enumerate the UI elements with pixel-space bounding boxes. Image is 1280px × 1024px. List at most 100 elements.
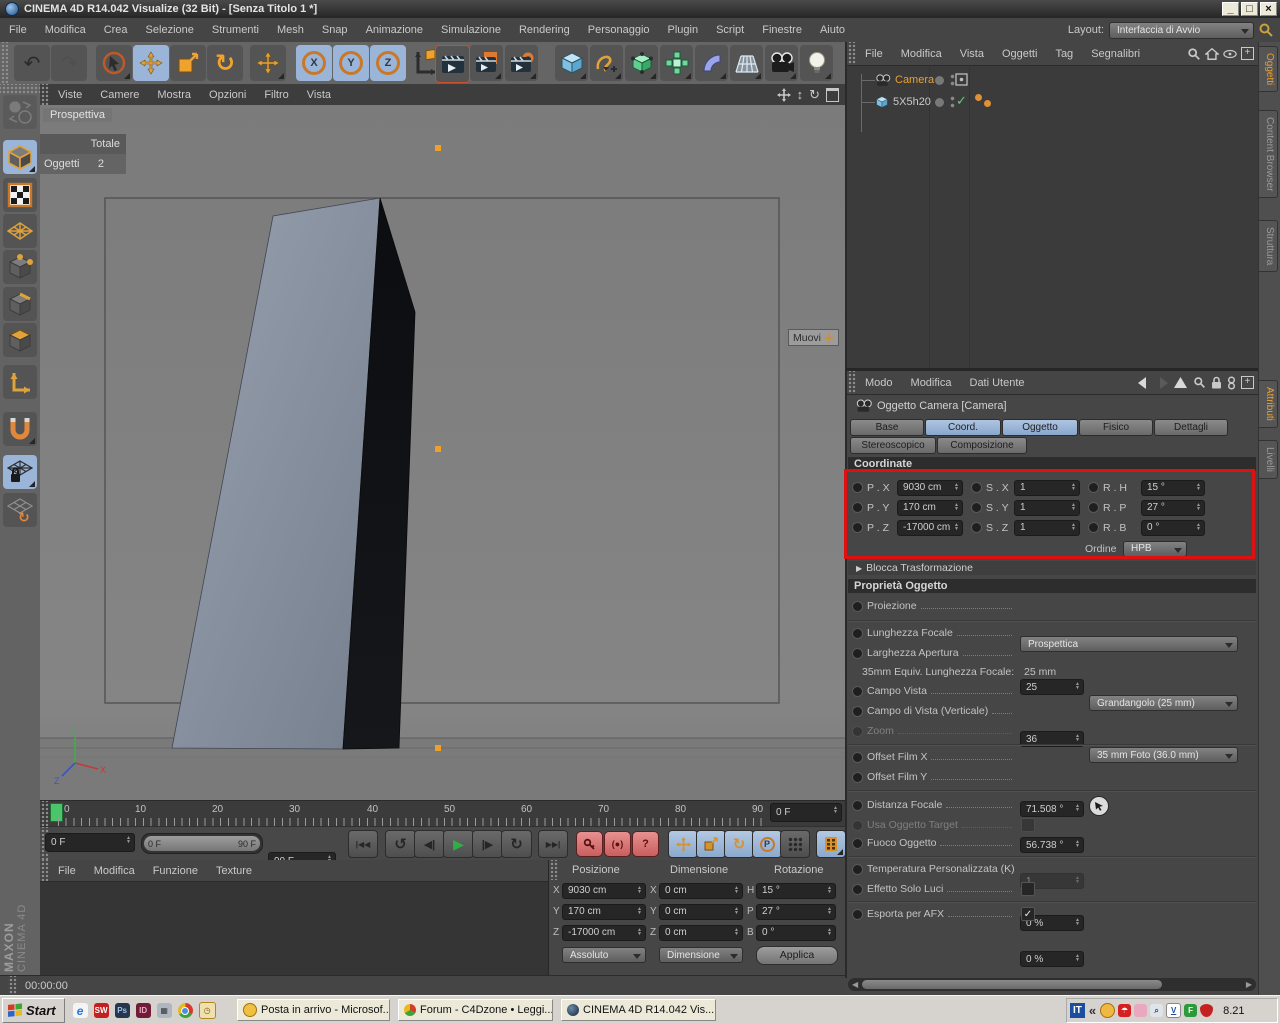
menu-script[interactable]: Script — [707, 24, 753, 36]
language-indicator[interactable]: IT — [1070, 1003, 1085, 1018]
side-tab-struttura[interactable]: Struttura — [1258, 220, 1278, 273]
quicklaunch-solidworks-icon[interactable]: SW — [93, 1003, 109, 1018]
kf-dot-temperatura[interactable] — [852, 863, 863, 875]
play-backwards-button[interactable]: ↺ — [385, 830, 416, 858]
side-tab-oggetti[interactable]: Oggetti — [1258, 46, 1278, 93]
viewport-menu-camere[interactable]: Camere — [91, 89, 148, 101]
record-keyframe-button[interactable] — [576, 831, 603, 857]
rot-p-field[interactable]: 27 ° ▲ ▼ — [756, 903, 836, 920]
coordinate-mode-dropdown[interactable]: Assoluto — [562, 947, 646, 963]
lunghezza-focale-field[interactable]: 25 ▲ ▼ — [1020, 679, 1084, 695]
blocca-trasformazione-group[interactable]: ▶ Blocca Trasformazione — [848, 561, 1256, 575]
kf-dot-larghezza[interactable] — [852, 647, 863, 659]
kf-dot-campo-verticale[interactable] — [852, 705, 863, 717]
viewport-rotate-icon[interactable]: ↻ — [809, 87, 820, 103]
am-search-icon[interactable] — [1193, 376, 1206, 389]
add-generator-button[interactable] — [625, 45, 658, 81]
tab-composizione[interactable]: Composizione — [937, 437, 1027, 454]
lunghezza-focale-preset-dropdown[interactable]: Grandangolo (25 mm) — [1089, 695, 1238, 711]
object-row-camera[interactable]: Camera — [847, 70, 1260, 90]
x-axis-lock-button[interactable]: X — [296, 45, 332, 81]
am-back-icon[interactable] — [1136, 376, 1152, 389]
om-eye-icon[interactable] — [1223, 49, 1237, 59]
viewport-pan-icon[interactable]: ↕ — [797, 87, 804, 102]
current-frame-field[interactable]: 0 F ▲ ▼ — [770, 803, 842, 822]
add-light-button[interactable] — [800, 45, 833, 81]
keyframe-help-button[interactable]: ? — [632, 831, 659, 857]
start-button[interactable]: Start — [2, 998, 65, 1023]
tab-base[interactable]: Base — [850, 419, 924, 436]
redo-button[interactable]: ↷ — [51, 45, 87, 81]
dim-x-field[interactable]: 0 cm ▲ ▼ — [659, 882, 743, 899]
om-menu-modifica[interactable]: Modifica — [892, 48, 951, 60]
y-axis-lock-button[interactable]: Y — [333, 45, 369, 81]
coordinate-size-dropdown[interactable]: Dimensione — [659, 947, 743, 963]
restore-button[interactable]: □ — [1241, 2, 1258, 16]
convert-object-button[interactable] — [3, 95, 37, 129]
close-button[interactable]: × — [1260, 2, 1277, 16]
viewport-menu-vista[interactable]: Vista — [298, 89, 340, 101]
viewport-maximize-icon[interactable] — [826, 87, 839, 102]
material-menu-modifica[interactable]: Modifica — [85, 865, 144, 877]
rot-b-field[interactable]: 0 ° ▲ ▼ — [756, 924, 836, 941]
lock-workplane-button[interactable] — [3, 455, 37, 489]
edges-mode-button[interactable] — [3, 287, 37, 321]
menu-finestre[interactable]: Finestre — [753, 24, 811, 36]
viewport-menu-viste[interactable]: Viste — [49, 89, 91, 101]
om-menu-segnalibri[interactable]: Segnalibri — [1082, 48, 1149, 60]
om-drag-handle[interactable] — [847, 42, 856, 65]
proiezione-dropdown[interactable]: Prospettica — [1020, 636, 1238, 652]
render-view-button[interactable] — [435, 45, 470, 83]
texture-mode-button[interactable] — [3, 178, 37, 212]
material-list-area[interactable] — [40, 882, 548, 976]
enable-snap-button[interactable] — [3, 412, 37, 446]
om-menu-file[interactable]: File — [856, 48, 892, 60]
minimize-button[interactable]: _ — [1222, 2, 1239, 16]
key-parameter-toggle[interactable]: P — [752, 830, 782, 858]
scroll-right-arrow-icon[interactable]: ▶ — [1246, 980, 1252, 989]
move-tool[interactable] — [133, 45, 169, 81]
viewport-move-icon[interactable] — [776, 87, 791, 102]
apply-button[interactable]: Applica — [756, 945, 838, 965]
material-menu-file[interactable]: File — [49, 865, 85, 877]
add-spline-button[interactable] — [590, 45, 623, 81]
menu-modifica[interactable]: Modifica — [36, 24, 95, 36]
key-rotation-toggle[interactable]: ↻ — [724, 830, 754, 858]
object-row-5x5h20[interactable]: 5X5h20 — [847, 92, 1260, 112]
material-menu-funzione[interactable]: Funzione — [144, 865, 207, 877]
tray-magnifier-icon[interactable]: ⌕ — [1150, 1004, 1164, 1017]
task-button-outlook[interactable]: Posta in arrivo - Microsof... — [237, 999, 390, 1021]
layout-dropdown[interactable]: Interfaccia di Avvio — [1109, 21, 1254, 39]
coordinate-drag-handle[interactable] — [549, 860, 558, 880]
menu-rendering[interactable]: Rendering — [510, 24, 579, 36]
frame-range-slider[interactable]: 0 F 90 F — [141, 833, 263, 854]
tray-f-icon[interactable]: F — [1184, 1004, 1198, 1017]
move-tool-secondary[interactable] — [250, 45, 286, 81]
viewport-menu-opzioni[interactable]: Opzioni — [200, 89, 255, 101]
viewport-label[interactable]: Prospettiva — [43, 108, 113, 122]
menu-animazione[interactable]: Animazione — [357, 24, 432, 36]
next-frame-button[interactable]: |▶ — [472, 830, 503, 858]
menu-mesh[interactable]: Mesh — [268, 24, 313, 36]
scrollbar-thumb[interactable] — [862, 980, 1163, 989]
menu-aiuto[interactable]: Aiuto — [811, 24, 854, 36]
campo-vista-field[interactable]: 71.508 ° ▲ ▼ — [1020, 801, 1084, 817]
polygons-mode-button[interactable] — [3, 323, 37, 357]
add-cube-primitive-button[interactable] — [555, 45, 588, 81]
cube-editor-dots[interactable] — [950, 95, 955, 109]
om-menu-tag[interactable]: Tag — [1046, 48, 1082, 60]
scroll-left-arrow-icon[interactable]: ◀ — [852, 980, 858, 989]
campo-verticale-field[interactable]: 56.738 ° ▲ ▼ — [1020, 837, 1084, 853]
timeline-mode-button[interactable] — [816, 830, 846, 858]
tray-clock-icon[interactable] — [1100, 1003, 1116, 1018]
add-environment-button[interactable] — [730, 45, 763, 81]
material-menu-drag-handle[interactable] — [40, 860, 49, 881]
undo-button[interactable]: ↶ — [14, 45, 50, 81]
quicklaunch-chrome-icon[interactable] — [177, 1003, 193, 1018]
kf-dot-offset-y[interactable] — [852, 771, 863, 783]
add-modeling-array-button[interactable] — [660, 45, 693, 81]
am-menu-dati-utente[interactable]: Dati Utente — [961, 377, 1034, 389]
kf-dot-offset-x[interactable] — [852, 751, 863, 763]
om-add-panel-icon[interactable]: + — [1241, 47, 1254, 60]
render-region-button[interactable] — [470, 45, 503, 81]
